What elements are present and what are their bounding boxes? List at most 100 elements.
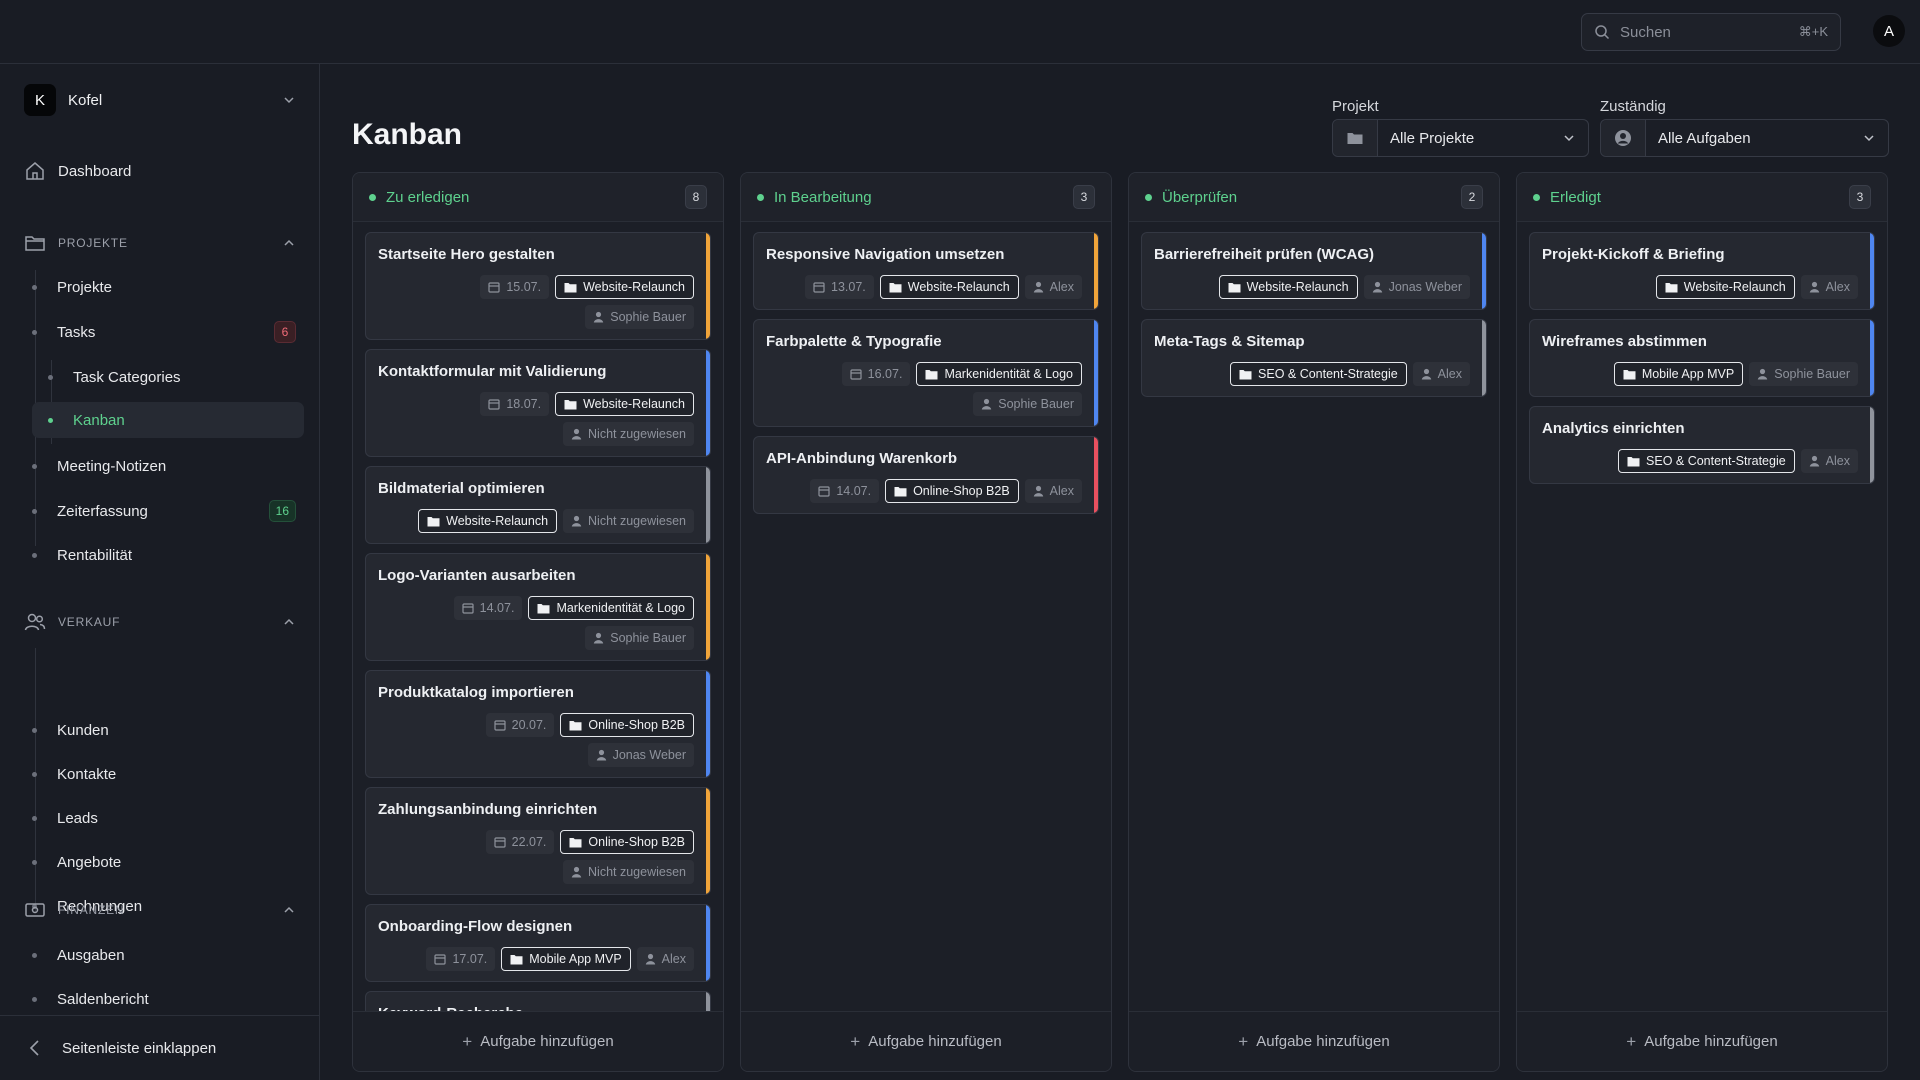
section-finance-label: FINANZEN [58, 903, 125, 917]
project-chip[interactable]: Website-Relaunch [555, 275, 694, 299]
sidebar-item-label: Kunden [57, 721, 109, 739]
project-chip[interactable]: Mobile App MVP [1613, 362, 1744, 386]
assignee-chip[interactable]: Alex [1024, 479, 1082, 503]
task-card[interactable]: Startseite Hero gestalten 15.07. Website-R… [365, 232, 711, 340]
assignee-chip[interactable]: Jonas Weber [587, 743, 694, 767]
user-circle-icon [1615, 130, 1631, 146]
assignee-chip[interactable]: Alex [1800, 449, 1858, 473]
task-card[interactable]: Logo-Varianten ausarbeiten 14.07. Markenid… [365, 553, 711, 661]
sidebar-item-profitability[interactable]: Rentabilität [32, 537, 304, 573]
sidebar-item-time-tracking[interactable]: Zeiterfassung 16 [32, 493, 304, 529]
due-date-text: 22.07. [511, 835, 547, 849]
add-task-button[interactable]: + Aufgabe hinzufügen [1517, 1011, 1887, 1071]
project-chip-text: SEO & Content-Strategie [1258, 367, 1398, 381]
project-chip-text: Website-Relaunch [583, 280, 685, 294]
due-date-text: 15.07. [506, 280, 542, 294]
task-card[interactable]: Produktkatalog importieren 20.07. Online-S… [365, 670, 711, 778]
user-icon [594, 311, 604, 323]
section-sales[interactable]: VERKAUF [24, 610, 296, 634]
assignee-chip[interactable]: Alex [636, 947, 694, 971]
due-date-chip: 18.07. [480, 392, 550, 416]
folder-icon [537, 603, 550, 613]
add-task-button[interactable]: + Aufgabe hinzufügen [353, 1011, 723, 1071]
project-chip[interactable]: SEO & Content-Strategie [1230, 362, 1407, 386]
project-chip[interactable]: Website-Relaunch [1218, 275, 1358, 299]
sidebar-item-balance-report[interactable]: Saldenbericht [32, 981, 304, 1017]
user-avatar[interactable]: A [1873, 15, 1905, 47]
chevron-down-icon [1864, 135, 1874, 142]
task-card[interactable]: Analytics einrichten SEO & Content-Strate… [1529, 406, 1875, 484]
task-card[interactable]: Onboarding-Flow designen 17.07. Mobile App… [365, 904, 711, 982]
project-chip-text: Markenidentität & Logo [944, 367, 1073, 381]
task-card[interactable]: Bildmaterial optimieren Website-Relaunch N… [365, 466, 711, 544]
sidebar-item-dashboard[interactable]: Dashboard [24, 160, 131, 182]
task-card[interactable]: Keyword-Recherche [365, 991, 711, 1011]
assignee-chip[interactable]: Nicht zugewiesen [563, 509, 694, 533]
project-chip[interactable]: Mobile App MVP [501, 947, 631, 971]
sidebar-item-expenses[interactable]: Ausgaben [32, 937, 304, 973]
project-chip[interactable]: Website-Relaunch [555, 392, 694, 416]
add-task-button[interactable]: + Aufgabe hinzufügen [741, 1011, 1111, 1071]
search-input[interactable]: Suchen ⌘+K [1581, 13, 1841, 51]
project-chip[interactable]: Website-Relaunch [879, 275, 1019, 299]
assignee-chip[interactable]: Sophie Bauer [585, 626, 694, 650]
task-card[interactable]: Kontaktformular mit Validierung 18.07. Web… [365, 349, 711, 457]
sidebar-item-customers[interactable]: Kunden [32, 712, 304, 748]
project-chip[interactable]: Markenidentität & Logo [528, 596, 694, 620]
sidebar-item-tasks[interactable]: Tasks 6 [32, 314, 304, 350]
assignee-chip[interactable]: Nicht zugewiesen [563, 422, 694, 446]
task-meta: Website-Relaunch Jonas Weber [1154, 275, 1470, 299]
task-card[interactable]: Responsive Navigation umsetzen 13.07. Webs… [753, 232, 1099, 310]
project-chip[interactable]: Website-Relaunch [418, 509, 558, 533]
sidebar-item-label: Meeting-Notizen [57, 457, 167, 475]
sidebar-item-label: Rentabilität [57, 546, 133, 564]
project-filter-select[interactable]: Alle Projekte [1332, 119, 1589, 157]
sidebar-item-quotes[interactable]: Angebote [32, 844, 304, 880]
priority-indicator [1870, 233, 1874, 309]
assignee-chip[interactable]: Sophie Bauer [1749, 362, 1858, 386]
assignee-chip[interactable]: Alex [1024, 275, 1082, 299]
task-card[interactable]: Wireframes abstimmen Mobile App MVP Sophie… [1529, 319, 1875, 397]
sidebar-item-kanban[interactable]: Kanban [32, 402, 304, 438]
sidebar-item-task-categories[interactable]: Task Categories [32, 359, 304, 395]
collapse-sidebar-button[interactable]: Seitenleiste einklappen [0, 1015, 320, 1080]
sidebar-item-contacts[interactable]: Kontakte [32, 756, 304, 792]
user-icon [571, 515, 582, 527]
task-card[interactable]: Barrierefreiheit prüfen (WCAG) Website-Re… [1141, 232, 1487, 310]
project-chip[interactable]: SEO & Content-Strategie [1618, 449, 1795, 473]
assignee-chip[interactable]: Sophie Bauer [585, 305, 694, 329]
task-card[interactable]: Projekt-Kickoff & Briefing Website-Relaun… [1529, 232, 1875, 310]
task-card[interactable]: Farbpalette & Typografie 16.07. Markeniden… [753, 319, 1099, 427]
project-chip[interactable]: Website-Relaunch [1655, 275, 1795, 299]
calendar-icon [434, 954, 447, 965]
sidebar-item-meeting-notes[interactable]: Meeting-Notizen [32, 448, 304, 484]
project-filter-value: Alle Projekte [1390, 129, 1475, 147]
assignee-chip[interactable]: Sophie Bauer [973, 392, 1082, 416]
section-projects[interactable]: PROJEKTE [24, 231, 296, 255]
project-chip[interactable]: Online-Shop B2B [560, 830, 694, 854]
column-status-dot [1145, 193, 1152, 201]
section-finance[interactable]: FINANZEN [24, 898, 296, 922]
sidebar-item-label: Kontakte [57, 765, 117, 783]
sidebar-item-projects[interactable]: Projekte [32, 269, 304, 305]
project-chip[interactable]: Online-Shop B2B [560, 713, 694, 737]
assignee-filter-select[interactable]: Alle Aufgaben [1600, 119, 1889, 157]
assignee-chip[interactable]: Alex [1412, 362, 1470, 386]
assignee-chip[interactable]: Alex [1800, 275, 1858, 299]
assignee-chip[interactable]: Jonas Weber [1363, 275, 1470, 299]
add-task-button[interactable]: + Aufgabe hinzufügen [1129, 1011, 1499, 1071]
task-title: Onboarding-Flow designen [378, 918, 573, 935]
sidebar-item-leads[interactable]: Leads [32, 800, 304, 836]
task-card[interactable]: Meta-Tags & Sitemap SEO & Content-Strateg… [1141, 319, 1487, 397]
project-chip[interactable]: Markenidentität & Logo [916, 362, 1082, 386]
task-card[interactable]: Zahlungsanbindung einrichten 22.07. Online… [365, 787, 711, 895]
workspace-logo: K [24, 84, 56, 116]
page-title: Kanban [352, 118, 463, 151]
column-status-dot [1533, 193, 1540, 201]
project-chip[interactable]: Online-Shop B2B [885, 479, 1019, 503]
assignee-chip[interactable]: Nicht zugewiesen [563, 860, 694, 884]
search-shortcut: ⌘+K [1798, 24, 1828, 39]
workspace-switcher[interactable]: K Kofel [24, 84, 296, 116]
assignee-chip-text: Sophie Bauer [610, 310, 686, 324]
task-card[interactable]: API-Anbindung Warenkorb 14.07. Online-Shop… [753, 436, 1099, 514]
